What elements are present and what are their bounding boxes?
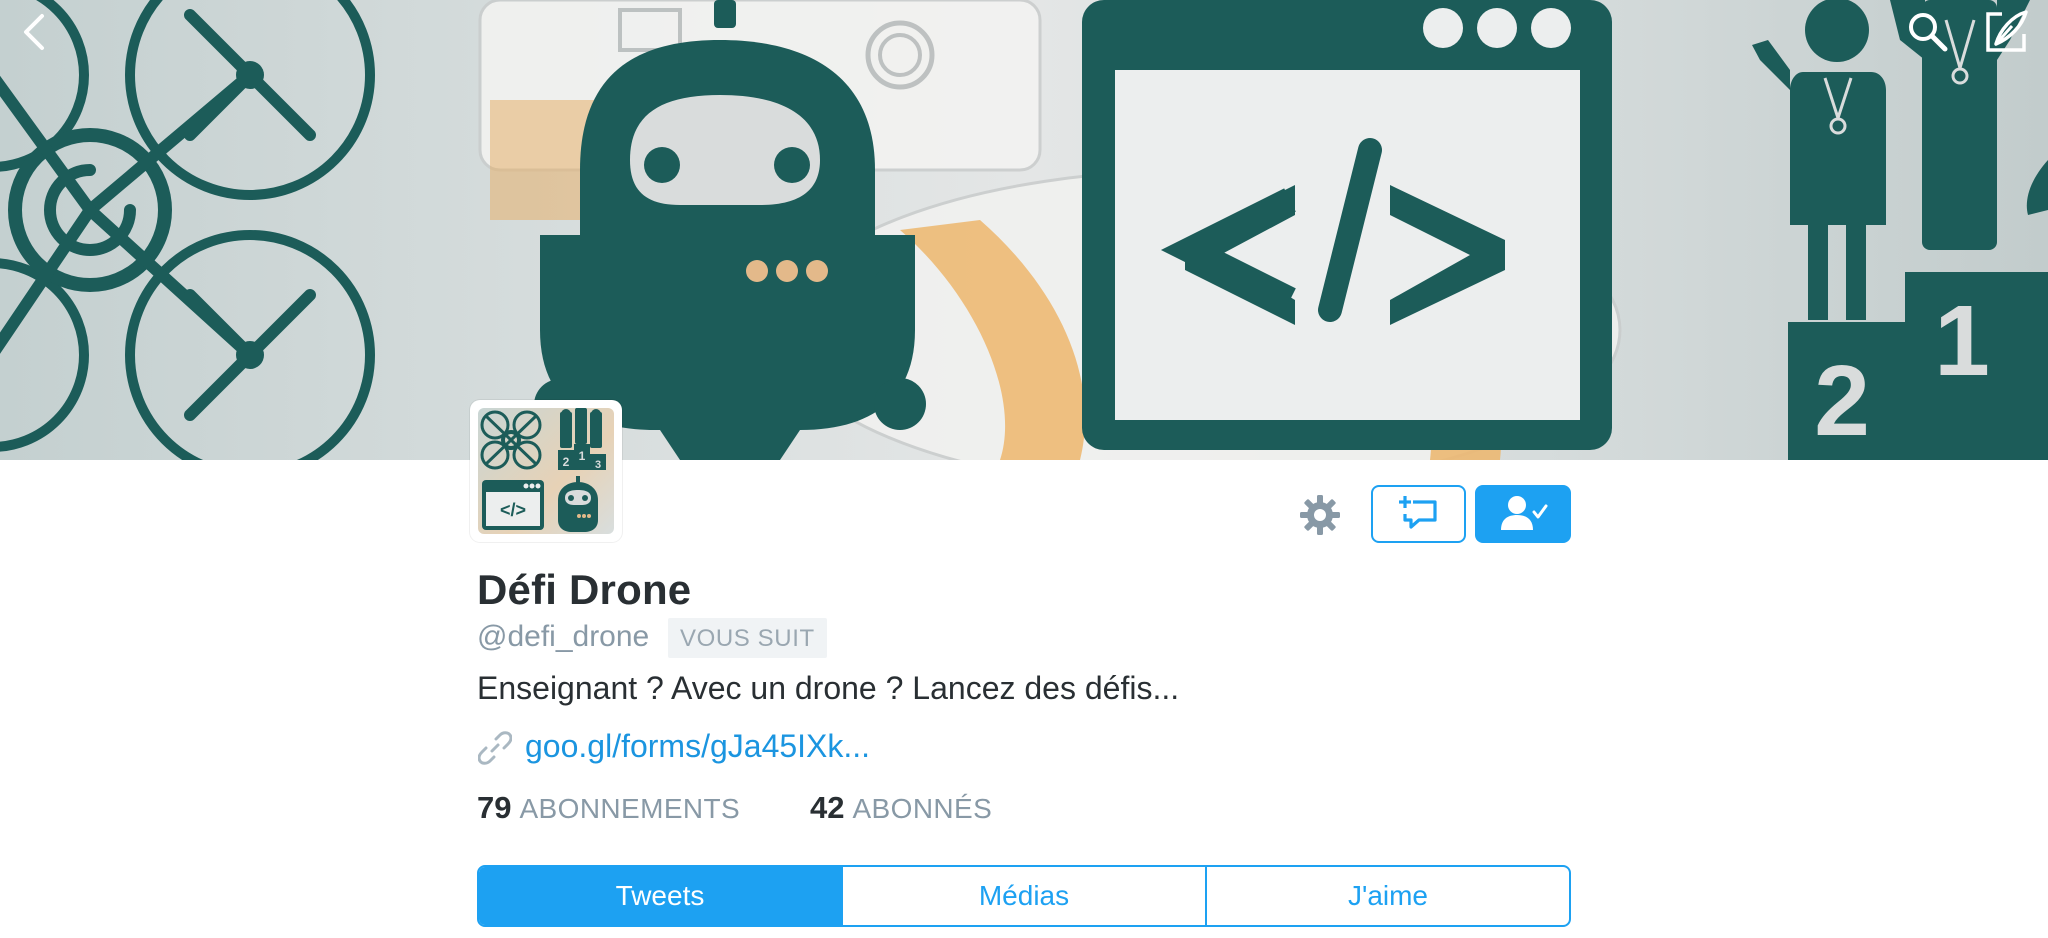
- profile-avatar[interactable]: 2 1 3 </>: [470, 400, 622, 542]
- profile-page: 2 1 2 1 3 </> Défi Drone @defi_drone VOU…: [0, 0, 2048, 938]
- settings-button[interactable]: [1290, 490, 1350, 540]
- profile-handle: @defi_drone: [477, 620, 650, 653]
- following-button[interactable]: [1475, 485, 1571, 543]
- banner-artwork: 2 1: [0, 0, 2048, 460]
- link-icon: [478, 731, 512, 765]
- tab-medias[interactable]: Médias: [841, 867, 1205, 925]
- direct-message-icon: [1398, 496, 1437, 529]
- profile-display-name: Défi Drone: [477, 566, 692, 613]
- avatar-podium-third: 3: [595, 459, 601, 471]
- podium-second-numeral: 2: [1814, 345, 1870, 457]
- avatar-podium-second: 2: [563, 455, 570, 469]
- follows-you-badge: VOUS SUIT: [668, 618, 827, 658]
- following-count-link[interactable]: 79 ABONNEMENTS: [477, 790, 740, 826]
- profile-banner: 2 1: [0, 0, 2048, 460]
- avatar-logo: 2 1 3 </>: [480, 408, 606, 532]
- back-button[interactable]: [6, 4, 62, 60]
- podium-first-numeral: 1: [1934, 285, 1990, 397]
- profile-bio: Enseignant ? Avec un drone ? Lancez des …: [477, 670, 1180, 706]
- compose-icon: [1986, 10, 2028, 52]
- following-label: ABONNEMENTS: [519, 793, 741, 824]
- avatar-podium-first: 1: [579, 449, 586, 463]
- profile-website-link[interactable]: goo.gl/forms/gJa45IXk...: [525, 728, 870, 765]
- followers-count-link[interactable]: 42 ABONNÉS: [810, 790, 992, 826]
- following-count: 79: [477, 790, 512, 825]
- avatar-image: 2 1 3 </>: [478, 408, 614, 534]
- followers-label: ABONNÉS: [852, 793, 993, 824]
- avatar-code-symbol: </>: [500, 500, 526, 520]
- user-following-icon: [1501, 496, 1548, 530]
- direct-message-button[interactable]: [1371, 485, 1466, 543]
- followers-count: 42: [810, 790, 845, 825]
- chevron-left-icon: [24, 14, 44, 50]
- search-icon: [1909, 13, 1948, 52]
- tab-likes[interactable]: J'aime: [1205, 867, 1569, 925]
- gear-icon: [1300, 495, 1340, 535]
- tab-tweets[interactable]: Tweets: [479, 867, 841, 925]
- compose-button[interactable]: [1978, 4, 2034, 60]
- profile-tabs: Tweets Médias J'aime: [477, 865, 1571, 927]
- search-button[interactable]: [1900, 4, 1956, 60]
